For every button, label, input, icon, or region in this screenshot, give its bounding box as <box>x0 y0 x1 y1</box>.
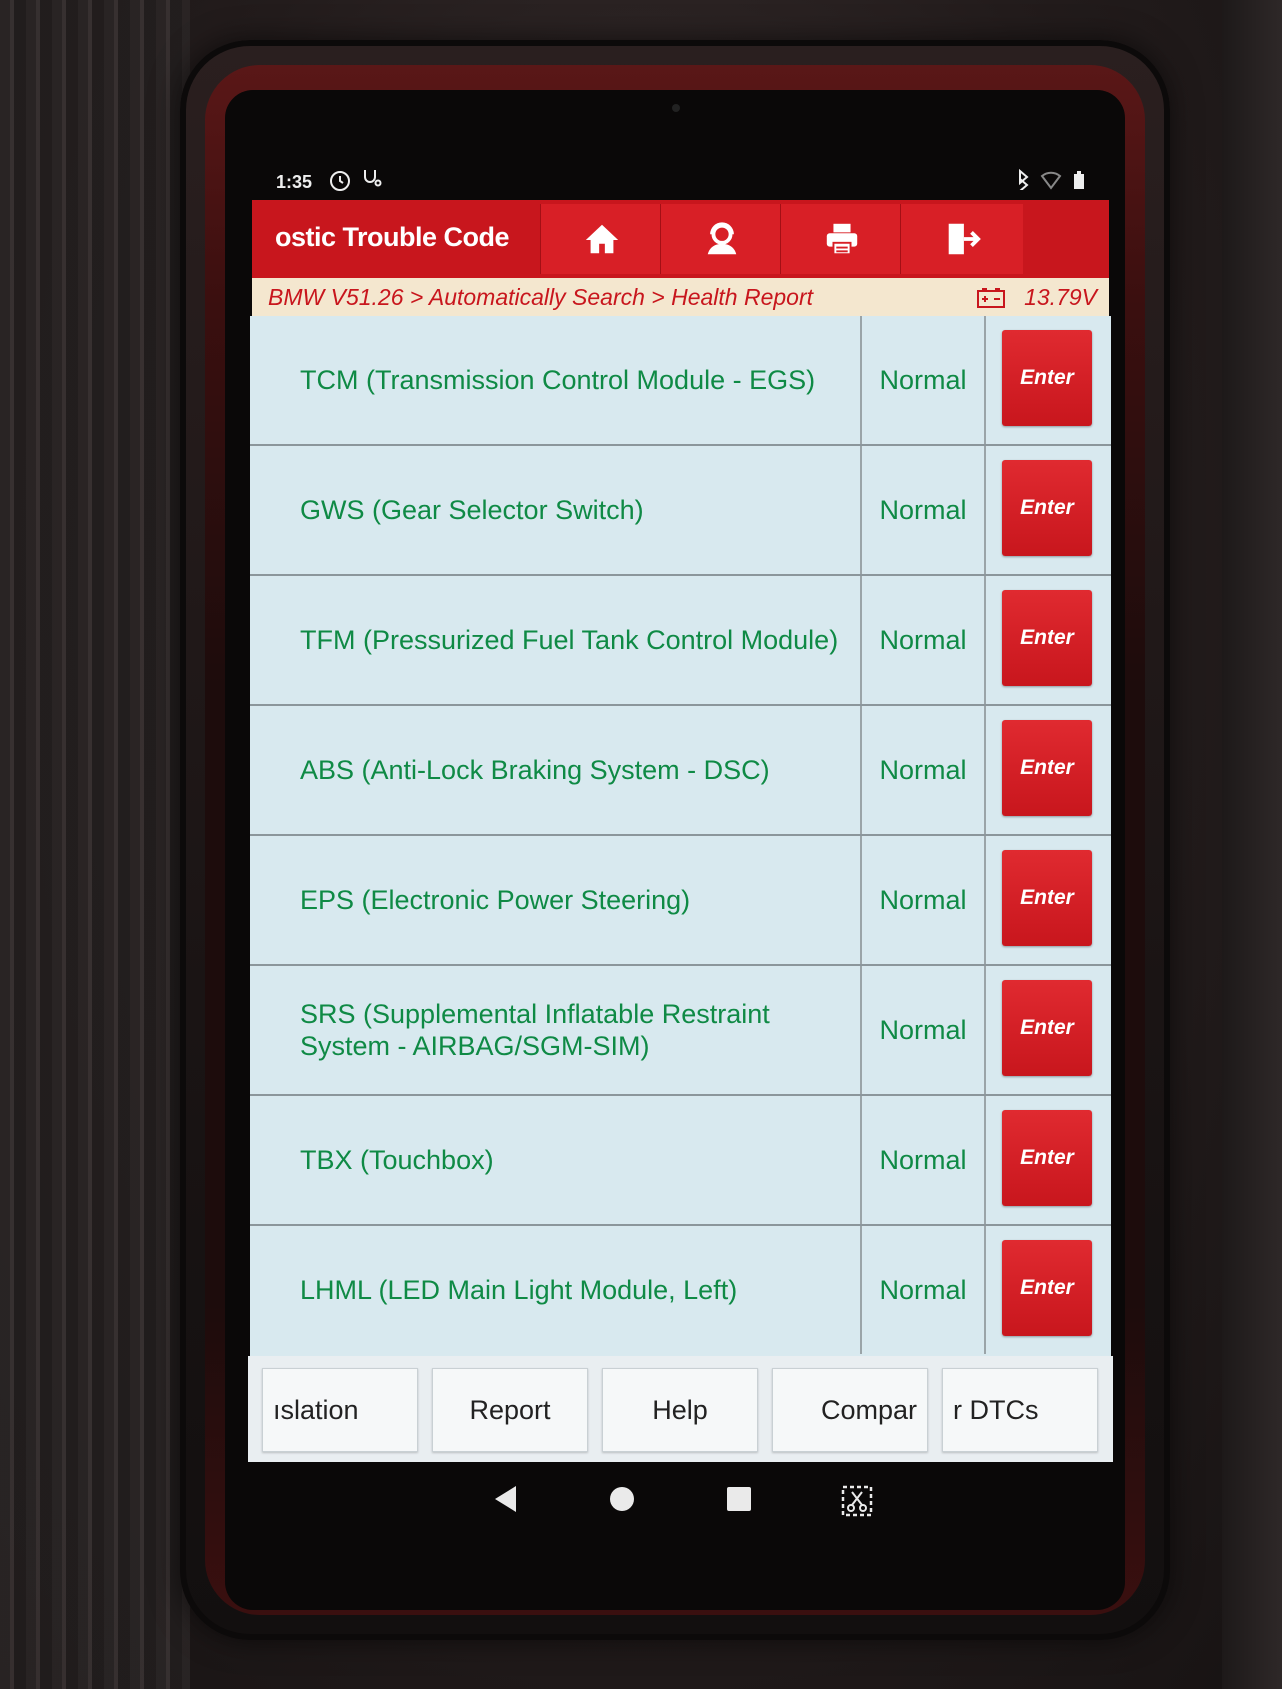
module-name: TFM (Pressurized Fuel Tank Control Modul… <box>300 625 839 655</box>
home-button[interactable] <box>540 204 663 274</box>
list-item: LHML (LED Main Light Module, Left) Norma… <box>250 1226 1111 1356</box>
list-item: TCM (Transmission Control Module - EGS) … <box>250 316 1111 447</box>
module-status: Normal <box>879 1014 967 1045</box>
home-nav-icon[interactable] <box>608 1484 636 1519</box>
list-item: TFM (Pressurized Fuel Tank Control Modul… <box>250 576 1111 707</box>
status-time: 1:35 <box>276 172 313 192</box>
enter-button[interactable]: Enter <box>1002 1110 1092 1206</box>
enter-button[interactable]: Enter <box>1002 460 1092 556</box>
module-status: Normal <box>879 364 967 395</box>
translation-button[interactable]: ıslation <box>262 1368 418 1452</box>
device-grip-left <box>0 0 190 1689</box>
status-right-icons <box>1014 168 1090 195</box>
module-name: ABS (Anti-Lock Braking System - DSC) <box>300 755 770 785</box>
bluetooth-icon <box>1019 168 1029 192</box>
module-list: TCM (Transmission Control Module - EGS) … <box>250 316 1111 1356</box>
voltage-readout: 13.79V <box>1024 284 1097 310</box>
page-title: ostic Trouble Code <box>275 222 510 252</box>
enter-button[interactable]: Enter <box>1002 330 1092 426</box>
list-item: TBX (Touchbox) Normal Enter <box>250 1096 1111 1227</box>
screenshot-icon[interactable] <box>840 1484 874 1523</box>
module-name: SRS (Supplemental Inflatable Restraint S… <box>300 999 770 1061</box>
scanner-device: 1:35 ostic Trouble Code BMW V51.26 > Aut… <box>0 0 1282 1689</box>
app-header: ostic Trouble Code <box>252 200 1109 278</box>
print-icon <box>826 223 858 256</box>
breadcrumb-path: BMW V51.26 > Automatically Search > Heal… <box>268 284 814 310</box>
status-bar: 1:35 <box>270 160 1090 200</box>
module-status: Normal <box>879 494 967 525</box>
support-icon <box>707 222 737 255</box>
timer-icon <box>328 168 352 198</box>
module-name: GWS (Gear Selector Switch) <box>300 495 644 525</box>
module-status: Normal <box>879 754 967 785</box>
enter-button[interactable]: Enter <box>1002 850 1092 946</box>
module-status: Normal <box>879 1144 967 1175</box>
module-name: TCM (Transmission Control Module - EGS) <box>300 365 816 395</box>
exit-button[interactable] <box>900 204 1023 274</box>
car-battery-icon <box>976 287 1006 314</box>
list-item: GWS (Gear Selector Switch) Normal Enter <box>250 446 1111 577</box>
stethoscope-icon <box>362 168 382 196</box>
enter-button[interactable]: Enter <box>1002 980 1092 1076</box>
support-button[interactable] <box>660 204 783 274</box>
compare-button[interactable]: Compar <box>772 1368 928 1452</box>
module-name: EPS (Electronic Power Steering) <box>300 885 691 915</box>
breadcrumb: BMW V51.26 > Automatically Search > Heal… <box>252 278 1109 316</box>
recents-icon[interactable] <box>725 1484 753 1519</box>
back-icon[interactable] <box>492 1484 518 1519</box>
clear-dtcs-button[interactable]: r DTCs <box>942 1368 1098 1452</box>
list-item: EPS (Electronic Power Steering) Normal E… <box>250 836 1111 967</box>
bottom-toolbar: ıslation Report Help Compar r DTCs <box>248 1356 1113 1462</box>
list-item: ABS (Anti-Lock Braking System - DSC) Nor… <box>250 706 1111 837</box>
help-button[interactable]: Help <box>602 1368 758 1452</box>
module-name: LHML (LED Main Light Module, Left) <box>300 1275 738 1305</box>
system-nav-bar <box>420 1470 920 1540</box>
module-status: Normal <box>879 624 967 655</box>
enter-button[interactable]: Enter <box>1002 590 1092 686</box>
module-status: Normal <box>879 884 967 915</box>
module-status: Normal <box>879 1274 967 1305</box>
device-grip-right <box>1222 0 1282 1689</box>
camera-icon <box>672 104 680 112</box>
enter-button[interactable]: Enter <box>1002 720 1092 816</box>
list-item: SRS (Supplemental Inflatable Restraint S… <box>250 966 1111 1097</box>
home-icon <box>585 224 619 254</box>
report-button[interactable]: Report <box>432 1368 588 1452</box>
print-button[interactable] <box>780 204 903 274</box>
module-name: TBX (Touchbox) <box>300 1145 494 1175</box>
exit-icon <box>948 223 981 255</box>
battery-icon <box>1074 171 1084 189</box>
wifi-icon <box>1040 171 1062 190</box>
enter-button[interactable]: Enter <box>1002 1240 1092 1336</box>
